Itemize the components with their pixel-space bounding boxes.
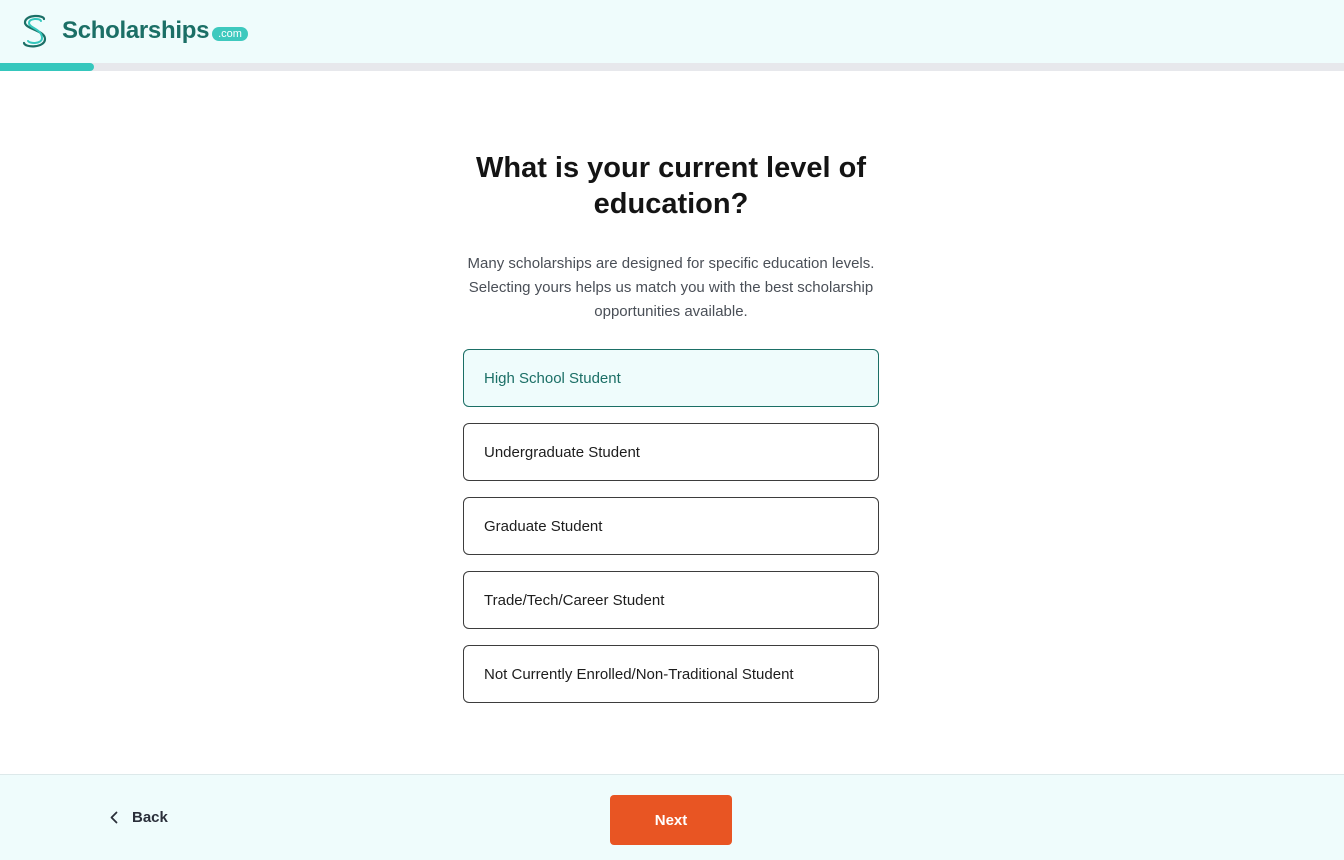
progress-bar-fill xyxy=(0,63,95,71)
footer-nav: Back Next xyxy=(0,774,1344,860)
question-title: What is your current level of education? xyxy=(476,152,866,220)
option-not-enrolled[interactable]: Not Currently Enrolled/Non-Traditional S… xyxy=(463,645,879,703)
option-undergraduate[interactable]: Undergraduate Student xyxy=(463,423,879,481)
back-label: Back xyxy=(132,809,168,826)
progress-bar xyxy=(0,63,1344,71)
question-panel: What is your current level of education?… xyxy=(463,150,879,719)
option-trade-tech-career[interactable]: Trade/Tech/Career Student xyxy=(463,571,879,629)
brand-name: Scholarships xyxy=(62,17,210,44)
option-graduate[interactable]: Graduate Student xyxy=(463,497,879,555)
brand-tld-badge: .com xyxy=(212,26,248,41)
brand-logo[interactable]: Scholarships .com xyxy=(20,12,248,50)
chevron-left-icon xyxy=(110,811,118,824)
back-button[interactable]: Back xyxy=(110,809,168,826)
question-description: Many scholarships are designed for speci… xyxy=(467,255,875,320)
s-logo-icon xyxy=(22,14,47,48)
next-button[interactable]: Next xyxy=(610,795,732,845)
option-high-school[interactable]: High School Student xyxy=(463,349,879,407)
education-options: High School Student Undergraduate Studen… xyxy=(463,349,879,703)
top-header: Scholarships .com xyxy=(0,0,1344,63)
